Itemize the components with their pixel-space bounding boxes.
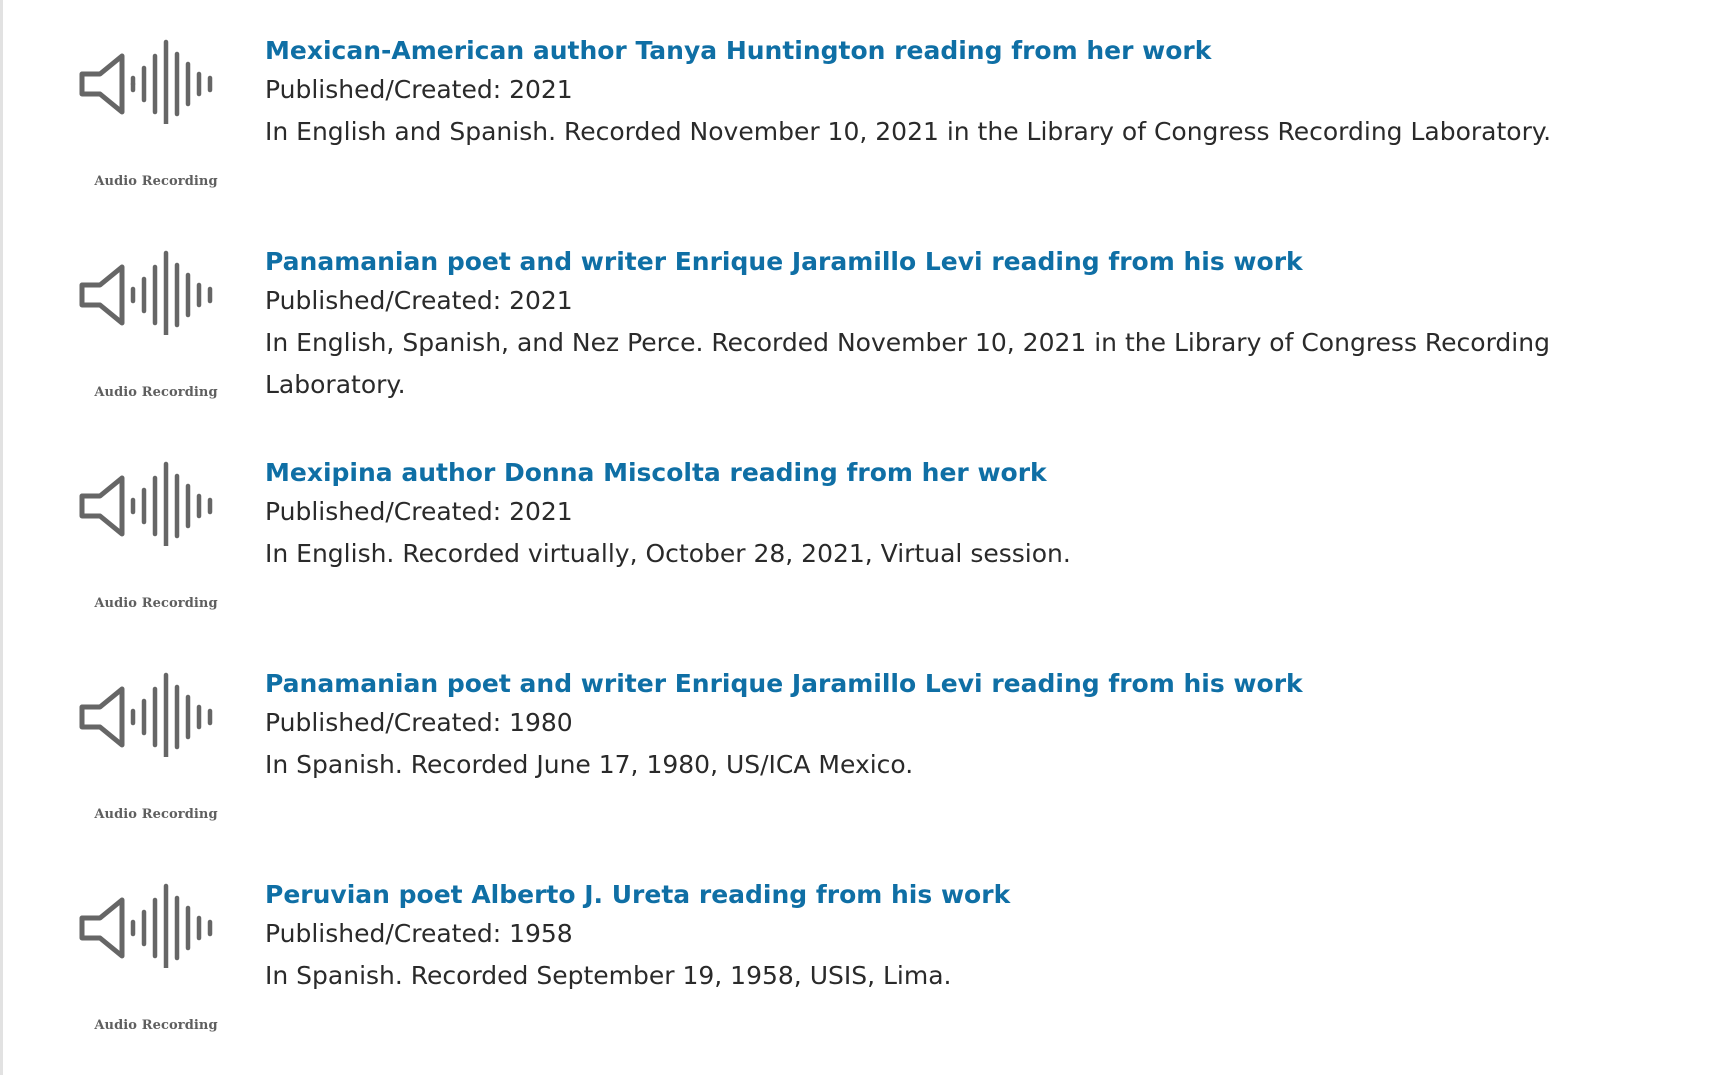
result-body: Panamanian poet and writer Enrique Jaram… bbox=[265, 244, 1665, 406]
result-title-link[interactable]: Mexipina author Donna Miscolta reading f… bbox=[265, 455, 1047, 491]
audio-recording-icon bbox=[79, 883, 213, 968]
result-body: Peruvian poet Alberto J. Ureta reading f… bbox=[265, 877, 1665, 997]
result-title-link[interactable]: Panamanian poet and writer Enrique Jaram… bbox=[265, 666, 1303, 702]
result-description: In English, Spanish, and Nez Perce. Reco… bbox=[265, 328, 1550, 399]
result-description: In English. Recorded virtually, October … bbox=[265, 539, 1071, 568]
result-thumbnail[interactable]: Audio Recording bbox=[78, 456, 234, 611]
published-created: Published/Created: 2021 bbox=[265, 497, 573, 526]
result-item: Audio Recording Peruvian poet Alberto J.… bbox=[0, 844, 1727, 1054]
result-thumbnail[interactable]: Audio Recording bbox=[78, 878, 234, 1033]
result-title-link[interactable]: Panamanian poet and writer Enrique Jaram… bbox=[265, 244, 1303, 280]
format-label: Audio Recording bbox=[94, 1018, 218, 1033]
audio-recording-icon bbox=[79, 672, 213, 757]
audio-recording-icon bbox=[79, 461, 213, 546]
result-thumbnail[interactable]: Audio Recording bbox=[78, 245, 234, 400]
format-label: Audio Recording bbox=[94, 385, 218, 400]
published-created: Published/Created: 2021 bbox=[265, 75, 573, 104]
result-description: In English and Spanish. Recorded Novembe… bbox=[265, 117, 1552, 146]
result-body: Mexipina author Donna Miscolta reading f… bbox=[265, 455, 1665, 575]
result-title-link[interactable]: Peruvian poet Alberto J. Ureta reading f… bbox=[265, 877, 1010, 913]
result-thumbnail[interactable]: Audio Recording bbox=[78, 34, 234, 189]
result-title-link[interactable]: Mexican-American author Tanya Huntington… bbox=[265, 33, 1211, 69]
audio-recording-icon bbox=[79, 250, 213, 335]
published-created: Published/Created: 1958 bbox=[265, 919, 573, 948]
format-label: Audio Recording bbox=[94, 596, 218, 611]
result-item: Audio Recording Panamanian poet and writ… bbox=[0, 633, 1727, 843]
result-item: Audio Recording Panamanian poet and writ… bbox=[0, 211, 1727, 421]
result-body: Panamanian poet and writer Enrique Jaram… bbox=[265, 666, 1665, 786]
format-label: Audio Recording bbox=[94, 174, 218, 189]
result-thumbnail[interactable]: Audio Recording bbox=[78, 667, 234, 822]
published-created: Published/Created: 1980 bbox=[265, 708, 573, 737]
result-item: Audio Recording Mexican-American author … bbox=[0, 0, 1727, 210]
format-label: Audio Recording bbox=[94, 807, 218, 822]
audio-recording-icon bbox=[79, 39, 213, 124]
published-created: Published/Created: 2021 bbox=[265, 286, 573, 315]
result-item: Audio Recording Mexipina author Donna Mi… bbox=[0, 422, 1727, 632]
result-description: In Spanish. Recorded September 19, 1958,… bbox=[265, 961, 952, 990]
result-description: In Spanish. Recorded June 17, 1980, US/I… bbox=[265, 750, 914, 779]
result-body: Mexican-American author Tanya Huntington… bbox=[265, 33, 1665, 153]
